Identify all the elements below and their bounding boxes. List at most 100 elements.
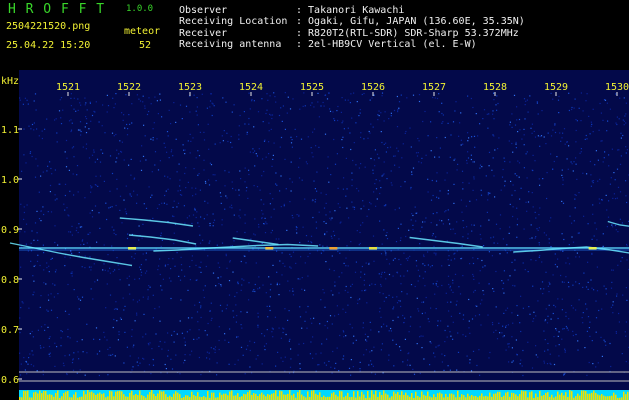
noise-speck — [586, 308, 588, 310]
noise-speck — [261, 363, 263, 365]
noise-speck — [472, 273, 474, 276]
noise-speck — [449, 223, 451, 225]
noise-speck — [478, 282, 480, 284]
noise-speck — [368, 130, 370, 133]
noise-speck — [351, 117, 353, 119]
noise-speck — [442, 223, 444, 225]
noise-speck — [248, 250, 250, 252]
noise-speck — [20, 307, 22, 309]
noise-speck — [43, 346, 45, 348]
baseline-level-bar — [323, 395, 325, 400]
noise-speck — [115, 133, 117, 136]
noise-speck — [334, 119, 336, 122]
noise-speck — [325, 364, 327, 366]
noise-speck — [167, 135, 169, 137]
baseline-level-bar — [143, 396, 145, 400]
noise-speck — [246, 311, 248, 313]
noise-speck — [431, 235, 434, 237]
x-tick-label: 1521 — [56, 82, 80, 93]
noise-speck — [316, 171, 318, 173]
noise-speck — [421, 347, 423, 349]
noise-speck — [378, 115, 380, 117]
noise-speck — [359, 109, 361, 111]
noise-speck — [339, 222, 341, 224]
noise-speck — [241, 327, 243, 329]
noise-speck — [514, 173, 516, 175]
noise-speck — [562, 328, 564, 330]
noise-speck — [56, 132, 58, 134]
noise-speck — [211, 317, 213, 319]
noise-speck — [301, 288, 303, 290]
noise-speck — [368, 208, 370, 211]
noise-speck — [238, 125, 240, 127]
noise-speck — [562, 179, 564, 181]
noise-speck — [572, 307, 574, 309]
noise-speck — [572, 170, 574, 172]
noise-speck — [86, 109, 88, 111]
noise-speck — [432, 233, 434, 235]
noise-speck — [522, 374, 524, 377]
noise-speck — [257, 324, 259, 326]
noise-speck — [366, 215, 368, 217]
noise-speck — [438, 197, 440, 199]
noise-speck — [534, 237, 536, 239]
noise-speck — [84, 197, 86, 199]
noise-speck — [404, 338, 406, 340]
noise-speck — [519, 198, 521, 200]
noise-speck — [459, 312, 461, 314]
noise-speck — [423, 255, 425, 258]
noise-speck — [622, 134, 624, 137]
noise-speck — [54, 119, 56, 121]
noise-speck — [596, 239, 598, 241]
noise-speck — [292, 290, 294, 292]
noise-speck — [60, 337, 62, 339]
baseline-level-bar — [273, 393, 275, 400]
noise-speck — [171, 368, 174, 370]
noise-speck — [522, 349, 524, 352]
noise-speck — [390, 170, 392, 172]
noise-speck — [168, 258, 170, 260]
noise-speck — [289, 108, 292, 110]
noise-speck — [307, 240, 309, 242]
noise-speck — [160, 245, 162, 247]
noise-speck — [448, 310, 450, 312]
noise-speck — [45, 283, 47, 285]
noise-speck — [131, 335, 133, 337]
noise-speck — [625, 361, 627, 363]
noise-speck — [566, 327, 568, 329]
noise-speck — [578, 299, 580, 301]
noise-speck — [91, 216, 94, 218]
noise-speck — [511, 126, 513, 128]
baseline-level-bar — [39, 390, 41, 400]
noise-speck — [377, 119, 379, 121]
noise-speck — [73, 352, 75, 354]
noise-speck — [528, 306, 530, 308]
noise-speck — [192, 137, 194, 139]
noise-speck — [336, 110, 338, 112]
noise-speck — [284, 356, 286, 358]
noise-speck — [488, 283, 490, 285]
noise-speck — [439, 147, 441, 149]
noise-speck — [276, 282, 278, 284]
baseline-level-bar — [433, 394, 435, 400]
noise-speck — [142, 336, 144, 338]
noise-speck — [491, 255, 493, 257]
noise-speck — [552, 129, 554, 131]
noise-speck — [34, 176, 37, 178]
noise-speck — [39, 264, 41, 267]
noise-speck — [331, 255, 333, 257]
noise-speck — [386, 178, 388, 180]
noise-speck — [337, 203, 339, 205]
noise-speck — [344, 99, 346, 101]
noise-speck — [204, 330, 206, 332]
noise-speck — [487, 199, 489, 201]
noise-speck — [359, 298, 361, 300]
noise-speck — [351, 179, 353, 181]
noise-speck — [184, 153, 186, 155]
noise-speck — [546, 363, 549, 365]
noise-speck — [422, 277, 424, 279]
noise-speck — [341, 122, 343, 124]
noise-speck — [196, 106, 198, 108]
noise-speck — [307, 275, 309, 277]
noise-speck — [402, 143, 404, 145]
